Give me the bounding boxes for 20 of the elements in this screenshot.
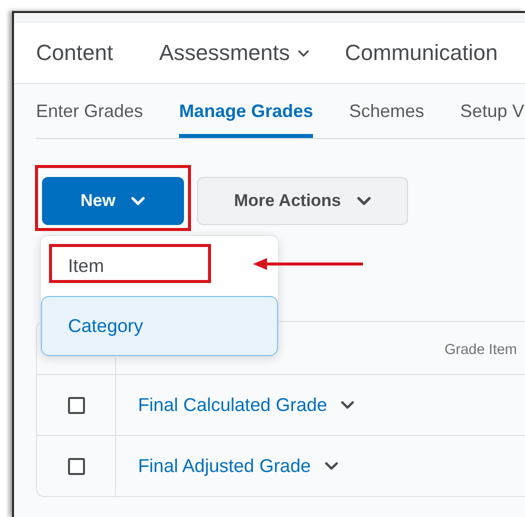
chevron-down-icon (357, 197, 372, 205)
tab[interactable]: Setup V (460, 84, 524, 138)
nav-link[interactable]: Assessments (159, 40, 309, 66)
checkbox[interactable] (68, 458, 84, 474)
more-actions-button[interactable]: More Actions (197, 177, 408, 225)
grade-item-link[interactable]: Final Calculated Grade (138, 394, 354, 416)
chevron-down-icon (341, 401, 354, 409)
tab[interactable]: Schemes (349, 84, 424, 138)
column-header: Grade Item (444, 342, 517, 358)
grade-item-link[interactable]: Final Adjusted Grade (138, 455, 338, 477)
menu-item[interactable]: Category (41, 296, 278, 356)
new-button[interactable]: New (42, 177, 184, 225)
chevron-down-icon (324, 462, 338, 470)
menu-item[interactable]: Item (41, 236, 278, 296)
nav-link[interactable]: Communication (344, 40, 498, 66)
chevron-down-icon (131, 197, 146, 205)
tab[interactable]: Enter Grades (36, 84, 144, 138)
tab[interactable]: Manage Grades (179, 84, 314, 138)
checkbox[interactable] (68, 396, 84, 414)
nav-link[interactable]: Content (36, 40, 114, 66)
